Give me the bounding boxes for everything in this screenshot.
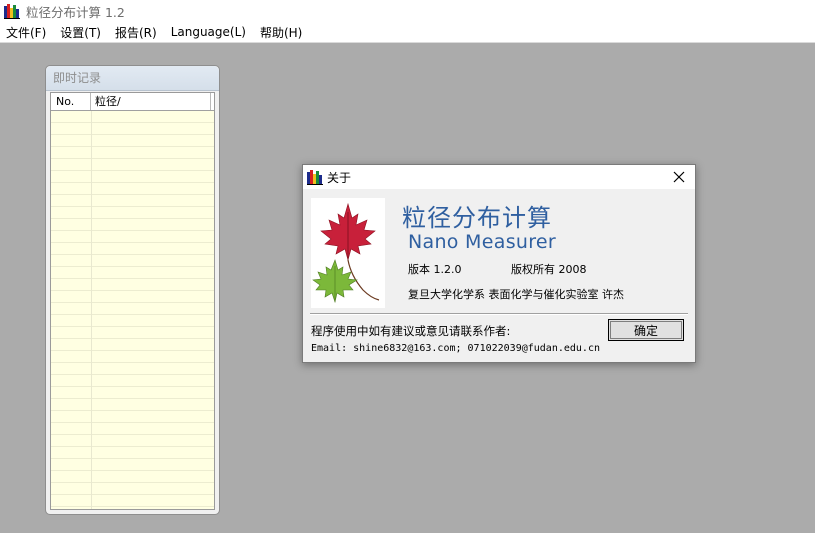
product-name-cn: 粒径分布计算 <box>402 204 552 232</box>
version-text: 版本 1.2.0 <box>408 263 462 276</box>
column-header-filler <box>211 93 214 110</box>
about-dialog-title: 关于 <box>327 170 352 185</box>
contact-email: Email: shine6832@163.com; 071022039@fuda… <box>311 343 600 354</box>
app-title: 粒径分布计算 1.2 <box>26 4 125 20</box>
column-header-no[interactable]: No. <box>51 93 91 110</box>
realtime-record-window[interactable]: 即时记录 No. 粒径/ <box>45 65 220 515</box>
maple-leaf-logo <box>311 198 385 308</box>
close-button[interactable] <box>663 165 695 189</box>
menu-language[interactable]: Language(L) <box>164 25 253 39</box>
menu-file[interactable]: 文件(F) <box>0 24 53 41</box>
menu-bar: 文件(F) 设置(T) 报告(R) Language(L) 帮助(H) <box>0 22 815 43</box>
record-list-header: No. 粒径/ <box>51 93 214 111</box>
organization-text: 复旦大学化学系 表面化学与催化实验室 许杰 <box>408 288 624 301</box>
column-header-size[interactable]: 粒径/ <box>91 93 211 110</box>
copyright-text: 版权所有 2008 <box>511 263 587 276</box>
about-dialog-titlebar[interactable]: 关于 <box>303 165 695 189</box>
ok-button[interactable]: 确定 <box>608 319 684 341</box>
app-titlebar: 粒径分布计算 1.2 <box>0 0 815 22</box>
product-name-en: Nano Measurer <box>408 231 557 253</box>
about-dialog: 关于 粒径分布计算 Nano Measurer 版本 1.2.0 版权所有 20… <box>302 164 696 363</box>
dialog-divider <box>310 313 688 315</box>
contact-prompt: 程序使用中如有建议或意见请联系作者: <box>311 324 511 338</box>
app-icon <box>307 170 323 185</box>
menu-settings[interactable]: 设置(T) <box>53 24 108 41</box>
app-icon <box>4 4 20 19</box>
record-list-body[interactable] <box>51 111 214 509</box>
record-list[interactable]: No. 粒径/ <box>50 92 215 510</box>
column-divider <box>91 111 92 509</box>
menu-help[interactable]: 帮助(H) <box>253 24 309 41</box>
maple-leaf-icon <box>312 202 380 304</box>
realtime-record-title[interactable]: 即时记录 <box>46 66 219 91</box>
close-icon <box>673 171 685 183</box>
menu-report[interactable]: 报告(R) <box>108 24 164 41</box>
